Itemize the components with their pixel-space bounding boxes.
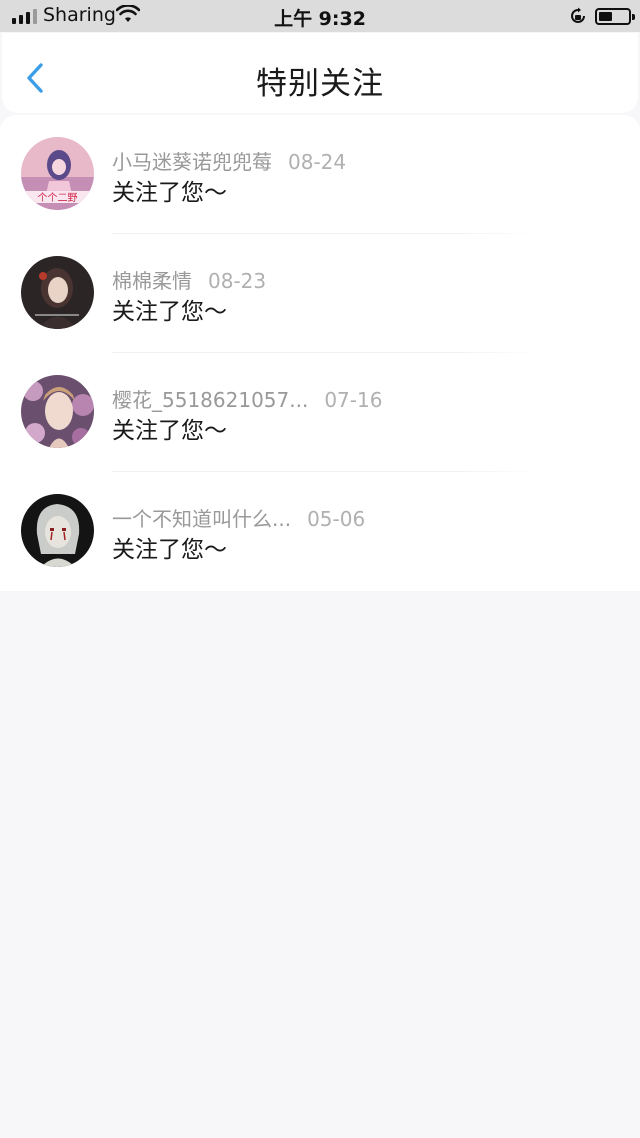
notification-header: 棉棉柔情 08-23	[112, 265, 266, 294]
list-item[interactable]: 樱花_5518621057... 07-16 关注了您～	[0, 353, 640, 472]
nav-bar: 特别关注	[2, 33, 638, 113]
list-item[interactable]: 棉棉柔情 08-23 关注了您～	[0, 234, 640, 353]
user-name[interactable]: 樱花_5518621057...	[112, 388, 308, 412]
list-item[interactable]: 个个二野 小马迷葵诺兜兜莓 08-24 关注了您～	[0, 115, 640, 234]
notification-header: 一个不知道叫什么... 05-06	[112, 503, 365, 532]
notification-header: 樱花_5518621057... 07-16	[112, 384, 382, 413]
avatar[interactable]: 个个二野	[21, 137, 94, 210]
avatar[interactable]	[21, 494, 94, 567]
notification-message: 关注了您～	[112, 299, 227, 325]
notification-date: 05-06	[307, 507, 366, 531]
notification-message: 关注了您～	[112, 537, 227, 563]
list-item[interactable]: 一个不知道叫什么... 05-06 关注了您～	[0, 472, 640, 591]
user-name[interactable]: 一个不知道叫什么...	[112, 507, 291, 531]
avatar[interactable]	[21, 256, 94, 329]
notification-date: 08-23	[208, 269, 267, 293]
user-name[interactable]: 棉棉柔情	[112, 269, 192, 293]
page-title: 特别关注	[256, 66, 384, 102]
notification-header: 小马迷葵诺兜兜莓 08-24	[112, 146, 346, 175]
avatar[interactable]	[21, 375, 94, 448]
status-bar: Sharing 上午 9:32	[0, 0, 640, 32]
notification-message: 关注了您～	[112, 418, 227, 444]
status-time: 上午 9:32	[274, 8, 366, 30]
user-name[interactable]: 小马迷葵诺兜兜莓	[112, 150, 272, 174]
notification-list: 个个二野 小马迷葵诺兜兜莓 08-24 关注了您～ 棉棉柔情 08-23 关注了您～	[0, 115, 640, 591]
battery-icon	[595, 8, 635, 25]
notification-message: 关注了您～	[112, 180, 227, 206]
rotation-lock-icon	[569, 7, 587, 30]
svg-text:个个二野: 个个二野	[38, 192, 78, 204]
notification-date: 08-24	[288, 150, 347, 174]
notification-date: 07-16	[324, 388, 383, 412]
